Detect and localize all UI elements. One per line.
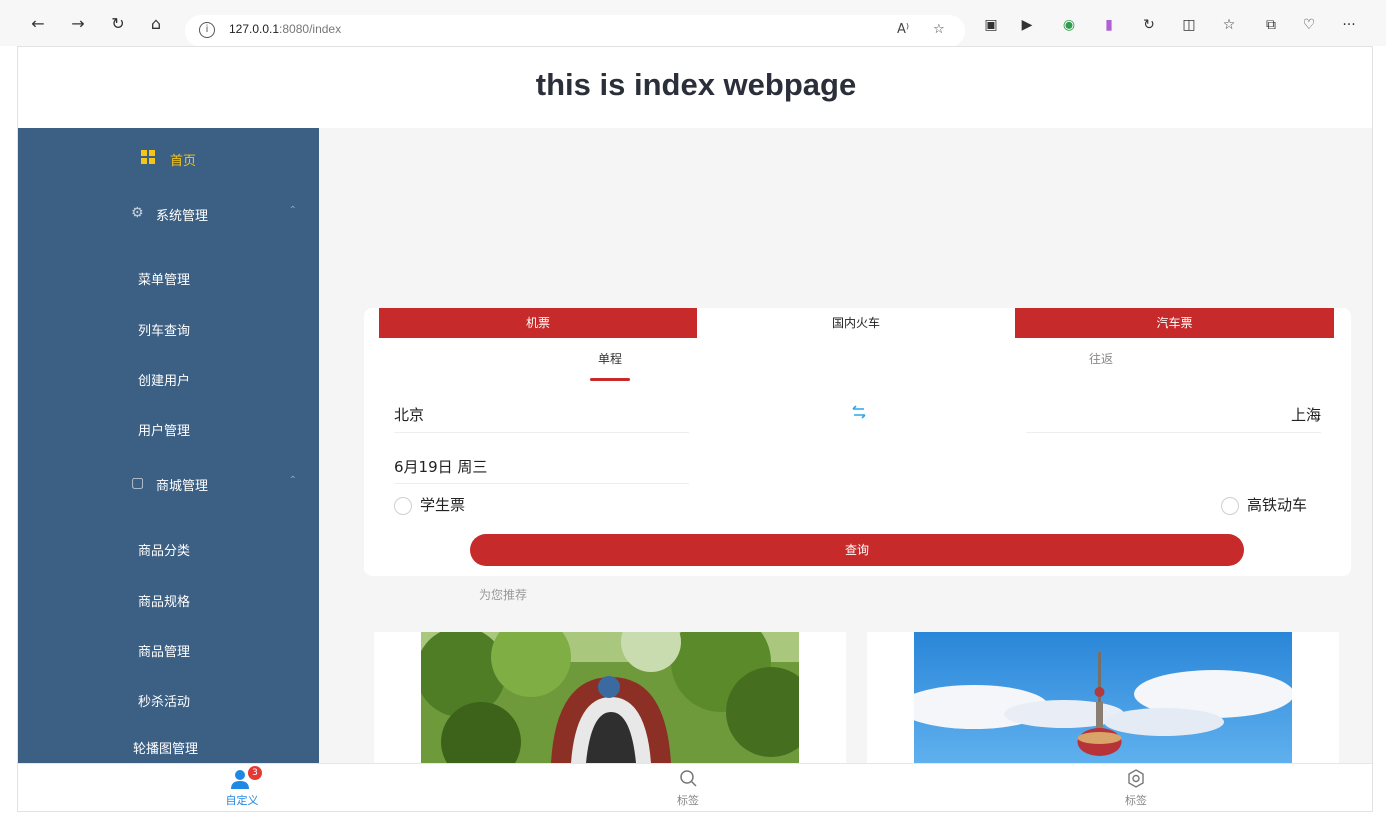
info-icon[interactable]: i bbox=[199, 22, 215, 38]
sidebar-item-flash-sale[interactable]: 秒杀活动 bbox=[18, 685, 319, 715]
chevron-up-icon: ⌃ bbox=[288, 475, 297, 486]
recommend-card[interactable] bbox=[374, 632, 846, 763]
sidebar-item-label: 创建用户 bbox=[138, 374, 191, 389]
query-button[interactable]: 查询 bbox=[470, 534, 1244, 566]
sidebar-item-label: 首页 bbox=[170, 154, 197, 169]
sidebar-item-product-manage[interactable]: 商品管理 bbox=[18, 635, 319, 665]
divider bbox=[394, 483, 689, 484]
sidebar-item-category[interactable]: 商品分类 bbox=[18, 534, 319, 564]
sidebar-item-home[interactable]: 首页 bbox=[18, 144, 319, 174]
bottom-tab-bar: 3 自定义 标签 标签 bbox=[18, 763, 1372, 811]
sidebar-group-mall[interactable]: ▢ 商城管理 ⌃ bbox=[18, 469, 319, 499]
favorites-list-icon[interactable]: ☆ bbox=[1220, 16, 1238, 34]
grid-icon bbox=[141, 150, 155, 168]
url-text[interactable]: 127.0.0.1:8080/index bbox=[229, 22, 341, 36]
back-arrow-icon[interactable]: ← bbox=[26, 14, 50, 34]
shield-icon[interactable]: ◉ bbox=[1060, 16, 1078, 34]
sidebar-item-label: 菜单管理 bbox=[138, 273, 191, 288]
highspeed-label: 高铁动车 bbox=[1247, 496, 1308, 514]
sidebar-item-spec[interactable]: 商品规格 bbox=[18, 585, 319, 615]
divider bbox=[394, 432, 689, 433]
trip-type-tabs: 单程 往返 bbox=[364, 346, 1351, 386]
notification-badge: 3 bbox=[248, 766, 262, 780]
search-icon bbox=[680, 770, 697, 787]
browser-toolbar: ← → ↻ ⌂ i 127.0.0.1:8080/index A⁾ ☆ ▣ ▶ … bbox=[0, 0, 1386, 47]
tab-custom[interactable]: 3 自定义 bbox=[202, 766, 282, 808]
split-screen-icon[interactable]: ◫ bbox=[1180, 16, 1198, 34]
sidebar-item-label: 轮播图管理 bbox=[133, 742, 199, 757]
shop-icon: ▢ bbox=[131, 475, 145, 491]
ticket-type-tabs: 机票 国内火车 汽车票 bbox=[379, 308, 1334, 338]
sidebar-item-menu-manage[interactable]: 菜单管理 bbox=[18, 263, 319, 293]
sidebar: 首页 ⚙ 系统管理 ⌃ 菜单管理 列车查询 创建用户 用户管理 ▢ 商城管理 ⌃… bbox=[18, 128, 319, 763]
sidebar-item-label: 商品分类 bbox=[138, 544, 191, 559]
home-icon[interactable]: ⌂ bbox=[144, 14, 168, 34]
active-subtab-indicator bbox=[590, 378, 630, 381]
tab-domestic-train[interactable]: 国内火车 bbox=[697, 308, 1015, 338]
recommend-card[interactable] bbox=[867, 632, 1339, 763]
page-header: this is index webpage bbox=[18, 47, 1372, 128]
sidebar-item-train-query[interactable]: 列车查询 bbox=[18, 314, 319, 344]
address-bar[interactable]: i 127.0.0.1:8080/index A⁾ ☆ bbox=[185, 15, 965, 47]
departure-date[interactable]: 6月19日 周三 bbox=[394, 456, 487, 477]
favorite-star-icon[interactable]: ☆ bbox=[933, 22, 945, 37]
loop-icon[interactable]: ↻ bbox=[1140, 16, 1158, 34]
sidebar-item-label: 商品规格 bbox=[138, 595, 191, 610]
tab-round-trip[interactable]: 往返 bbox=[1089, 350, 1113, 367]
tab-label: 标签 bbox=[677, 794, 699, 807]
chevron-up-icon: ⌃ bbox=[288, 205, 297, 216]
ticket-booking-card: 机票 国内火车 汽车票 单程 往返 北京 上海 6月19日 周三 学生票 高铁动… bbox=[364, 308, 1351, 576]
tv-tower-photo[interactable] bbox=[914, 632, 1292, 763]
play-icon[interactable]: ▶ bbox=[1018, 16, 1036, 34]
swap-stations-icon[interactable] bbox=[849, 402, 869, 422]
student-ticket-option[interactable]: 学生票 bbox=[394, 494, 465, 515]
extension-box-icon[interactable]: ▣ bbox=[982, 16, 1000, 34]
refresh-icon[interactable]: ↻ bbox=[106, 14, 130, 34]
heart-pulse-icon[interactable]: ♡ bbox=[1300, 16, 1318, 34]
campus-gate-photo[interactable] bbox=[421, 632, 799, 763]
student-ticket-radio[interactable] bbox=[394, 496, 412, 515]
gear-icon: ⚙ bbox=[131, 205, 144, 221]
main-content: 机票 国内火车 汽车票 单程 往返 北京 上海 6月19日 周三 学生票 高铁动… bbox=[319, 128, 1359, 763]
to-station[interactable]: 上海 bbox=[1291, 404, 1321, 425]
sidebar-item-user-manage[interactable]: 用户管理 bbox=[18, 414, 319, 444]
more-menu-icon[interactable]: ··· bbox=[1340, 16, 1358, 34]
sidebar-item-label: 商城管理 bbox=[156, 479, 209, 494]
read-aloud-icon[interactable]: A⁾ bbox=[897, 22, 909, 37]
tab-search[interactable]: 标签 bbox=[648, 768, 728, 808]
divider bbox=[1026, 432, 1321, 433]
sidebar-item-banner-manage[interactable]: 轮播图管理 bbox=[18, 732, 319, 762]
sidebar-item-create-user[interactable]: 创建用户 bbox=[18, 364, 319, 394]
sidebar-item-label: 用户管理 bbox=[138, 424, 191, 439]
web-page: this is index webpage 首页 ⚙ 系统管理 ⌃ 菜单管理 列… bbox=[17, 46, 1373, 812]
tab-settings[interactable]: 标签 bbox=[1096, 768, 1176, 808]
sidebar-item-label: 秒杀活动 bbox=[138, 695, 191, 710]
settings-icon bbox=[1128, 769, 1144, 788]
sidebar-item-label: 系统管理 bbox=[156, 209, 209, 224]
recommend-heading: 为您推荐 bbox=[479, 588, 528, 602]
sidebar-item-label: 列车查询 bbox=[138, 324, 191, 339]
tab-label: 自定义 bbox=[225, 794, 259, 807]
collections-icon[interactable]: ⧉ bbox=[1262, 16, 1280, 34]
tab-one-way[interactable]: 单程 bbox=[598, 350, 622, 367]
highspeed-option[interactable]: 高铁动车 bbox=[1221, 494, 1307, 515]
student-ticket-label: 学生票 bbox=[420, 496, 466, 514]
highspeed-radio[interactable] bbox=[1221, 496, 1239, 515]
from-station[interactable]: 北京 bbox=[394, 404, 424, 425]
tab-label: 标签 bbox=[1125, 794, 1147, 807]
tab-flight[interactable]: 机票 bbox=[379, 308, 697, 338]
sidebar-group-system[interactable]: ⚙ 系统管理 ⌃ bbox=[18, 199, 319, 229]
sidebar-item-label: 商品管理 bbox=[138, 645, 191, 660]
forward-arrow-icon[interactable]: → bbox=[66, 14, 90, 34]
page-title: this is index webpage bbox=[535, 67, 857, 102]
extension-tag-icon[interactable]: ▮ bbox=[1100, 16, 1118, 34]
tab-bus[interactable]: 汽车票 bbox=[1015, 308, 1334, 338]
